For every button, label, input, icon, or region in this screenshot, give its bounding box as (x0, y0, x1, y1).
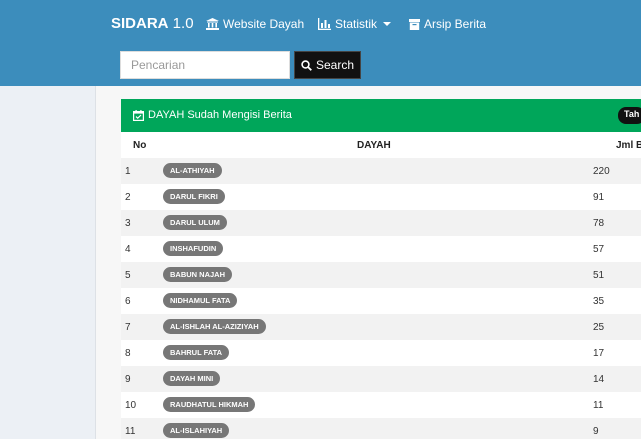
row-number: 2 (125, 192, 131, 203)
dayah-name-badge[interactable]: INSHAFUDIN (163, 241, 224, 256)
panel-title-text: DAYAH Sudah Mengisi Berita (148, 109, 292, 121)
dayah-name-badge[interactable]: DARUL ULUM (163, 215, 227, 230)
news-count: 17 (593, 348, 605, 359)
row-number: 1 (125, 166, 131, 177)
table-row: 5 BABUN NAJAH 51 (121, 262, 641, 288)
search-button-label: Search (315, 58, 355, 72)
dayah-name-badge[interactable]: BAHRUL FATA (163, 345, 230, 360)
dayah-news-panel: DAYAH Sudah Mengisi Berita Tah No DAYAH … (121, 99, 641, 439)
news-count: 9 (593, 426, 599, 437)
news-count: 91 (593, 192, 605, 203)
nav-statistik-dropdown[interactable]: Statistik (318, 17, 392, 31)
nav-website-dayah-label: Website Dayah (223, 17, 305, 31)
chevron-down-icon (383, 22, 392, 26)
news-count: 51 (593, 270, 605, 281)
sidebar (0, 86, 96, 439)
institution-icon (206, 18, 219, 30)
brand-name: SIDARA (111, 15, 169, 32)
search-button[interactable]: Search (294, 51, 361, 79)
nav-statistik-label: Statistik (335, 17, 378, 31)
nav-arsip-berita[interactable]: Arsip Berita (409, 17, 486, 31)
table-row: 4 INSHAFUDIN 57 (121, 236, 641, 262)
table-row: 11 AL-ISLAHIYAH 9 (121, 418, 641, 439)
news-count: 35 (593, 296, 605, 307)
table-row: 6 NIDHAMUL FATA 35 (121, 288, 641, 314)
news-count: 11 (593, 400, 604, 411)
row-number: 3 (125, 218, 131, 229)
news-count: 57 (593, 244, 605, 255)
dayah-name-badge[interactable]: DAYAH MINI (163, 371, 221, 386)
search-input[interactable] (120, 51, 290, 79)
dayah-name-badge[interactable]: DARUL FIKRI (163, 189, 225, 204)
table-row: 1 AL-ATHIYAH 220 (121, 158, 641, 184)
row-number: 6 (125, 296, 131, 307)
row-number: 4 (125, 244, 131, 255)
dayah-name-badge[interactable]: BABUN NAJAH (163, 267, 233, 282)
dayah-name-badge[interactable]: RAUDHATUL HIKMAH (163, 397, 256, 412)
nav-arsip-berita-label: Arsip Berita (424, 17, 487, 31)
dayah-name-badge[interactable]: AL-ATHIYAH (163, 163, 222, 178)
table-row: 9 DAYAH MINI 14 (121, 366, 641, 392)
column-header-dayah: DAYAH (357, 140, 391, 151)
table-header: No DAYAH Jml B (121, 132, 641, 158)
row-number: 9 (125, 374, 131, 385)
news-count: 25 (593, 322, 605, 333)
archive-icon (409, 18, 420, 30)
panel-header: DAYAH Sudah Mengisi Berita Tah (121, 99, 641, 132)
nav-website-dayah[interactable]: Website Dayah (206, 17, 304, 31)
dayah-name-badge[interactable]: AL-ISHLAH AL-AZIZIYAH (163, 319, 266, 334)
table-row: 10 RAUDHATUL HIKMAH 11 (121, 392, 641, 418)
row-number: 8 (125, 348, 131, 359)
table-row: 3 DARUL ULUM 78 (121, 210, 641, 236)
row-number: 11 (125, 426, 136, 437)
panel-title: DAYAH Sudah Mengisi Berita (133, 109, 292, 121)
column-header-no: No (133, 140, 147, 151)
news-count: 220 (593, 166, 610, 177)
column-header-jml: Jml B (616, 140, 641, 151)
year-badge[interactable]: Tah (618, 107, 641, 124)
news-count: 14 (593, 374, 605, 385)
row-number: 5 (125, 270, 131, 281)
top-navbar: SIDARA 1.0 Website Dayah Statistik Arsip… (0, 0, 641, 86)
row-number: 10 (125, 400, 137, 411)
table-row: 7 AL-ISHLAH AL-AZIZIYAH 25 (121, 314, 641, 340)
news-count: 78 (593, 218, 605, 229)
dayah-name-badge[interactable]: AL-ISLAHIYAH (163, 423, 230, 438)
table-row: 8 BAHRUL FATA 17 (121, 340, 641, 366)
calendar-check-icon (133, 109, 144, 121)
brand-version: 1.0 (168, 15, 194, 32)
dayah-name-badge[interactable]: NIDHAMUL FATA (163, 293, 238, 308)
row-number: 7 (125, 322, 131, 333)
brand-logo[interactable]: SIDARA 1.0 (111, 15, 194, 32)
table-row: 2 DARUL FIKRI 91 (121, 184, 641, 210)
bar-chart-icon (318, 18, 331, 30)
search-icon (301, 59, 312, 71)
